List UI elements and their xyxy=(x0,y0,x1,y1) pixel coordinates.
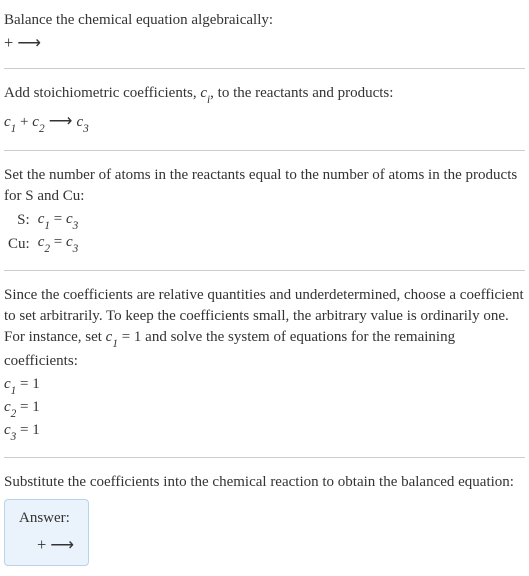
text-c: c xyxy=(4,376,11,392)
divider xyxy=(4,150,525,151)
table-row: S: c1 = c3 xyxy=(4,209,78,233)
text-solve-intro: Since the coefficients are relative quan… xyxy=(4,285,525,372)
text-val: = 1 xyxy=(16,422,39,438)
text-sub: 3 xyxy=(73,243,79,255)
section-substitute: Substitute the coefficients into the che… xyxy=(4,466,525,571)
text-plus1: + xyxy=(16,114,32,130)
text-sub: 1 xyxy=(44,220,50,232)
text-eq: = xyxy=(50,234,66,250)
text-val: = 1 xyxy=(16,376,39,392)
text-eq: = xyxy=(50,211,66,227)
text-sub: 1 xyxy=(112,338,118,350)
list-item: c2 = 1 xyxy=(4,397,525,420)
text-sub: 3 xyxy=(73,220,79,232)
atom-label-cu: Cu: xyxy=(4,232,38,256)
text-c2-sub: 2 xyxy=(39,123,45,135)
answer-box: Answer: + ⟶ xyxy=(4,499,89,565)
section-balance-intro: Balance the chemical equation algebraica… xyxy=(4,4,525,60)
text-c1-sub: 1 xyxy=(11,123,17,135)
text-atom-balance-intro: Set the number of atoms in the reactants… xyxy=(4,165,525,207)
text-substitute-intro: Substitute the coefficients into the che… xyxy=(4,472,525,493)
divider xyxy=(4,68,525,69)
text-c: c xyxy=(4,399,11,415)
text-balance-title: Balance the chemical equation algebraica… xyxy=(4,10,525,31)
text-coeff-reaction: c1 + c2 ⟶ c3 xyxy=(4,109,525,136)
text-ci-sub: i xyxy=(207,94,210,106)
section-solve: Since the coefficients are relative quan… xyxy=(4,279,525,449)
text-sub: 2 xyxy=(44,243,50,255)
text-c: c xyxy=(66,234,73,250)
text-sub: 2 xyxy=(11,408,17,420)
text-c: c xyxy=(4,422,11,438)
text-c3-sub: 3 xyxy=(83,123,89,135)
text-sub: 1 xyxy=(11,385,17,397)
section-add-coefficients: Add stoichiometric coefficients, ci, to … xyxy=(4,77,525,142)
section-atom-balance: Set the number of atoms in the reactants… xyxy=(4,159,525,263)
text-c1: c xyxy=(4,114,11,130)
divider xyxy=(4,270,525,271)
atom-label-s: S: xyxy=(4,209,38,233)
text-add-coeff-pre: Add stoichiometric coefficients, xyxy=(4,85,200,101)
atom-eq-s: c1 = c3 xyxy=(38,209,79,233)
answer-reaction: + ⟶ xyxy=(19,533,74,556)
text-sub: 3 xyxy=(11,431,17,443)
text-add-coeff-post: , to the reactants and products: xyxy=(210,85,393,101)
text-val: = 1 xyxy=(16,399,39,415)
divider xyxy=(4,457,525,458)
text-add-coeff-line: Add stoichiometric coefficients, ci, to … xyxy=(4,83,525,107)
table-row: Cu: c2 = c3 xyxy=(4,232,78,256)
text-c2: c xyxy=(32,114,39,130)
atom-eq-cu: c2 = c3 xyxy=(38,232,79,256)
answer-label: Answer: xyxy=(19,508,74,529)
atom-balance-table: S: c1 = c3 Cu: c2 = c3 xyxy=(4,209,78,257)
text-ci-c: c xyxy=(200,85,207,101)
text-c: c xyxy=(66,211,73,227)
list-item: c1 = 1 xyxy=(4,374,525,397)
list-item: c3 = 1 xyxy=(4,420,525,443)
coefficients-list: c1 = 1 c2 = 1 c3 = 1 xyxy=(4,374,525,444)
text-arrow: ⟶ xyxy=(45,111,77,130)
text-initial-reaction: + ⟶ xyxy=(4,31,525,54)
